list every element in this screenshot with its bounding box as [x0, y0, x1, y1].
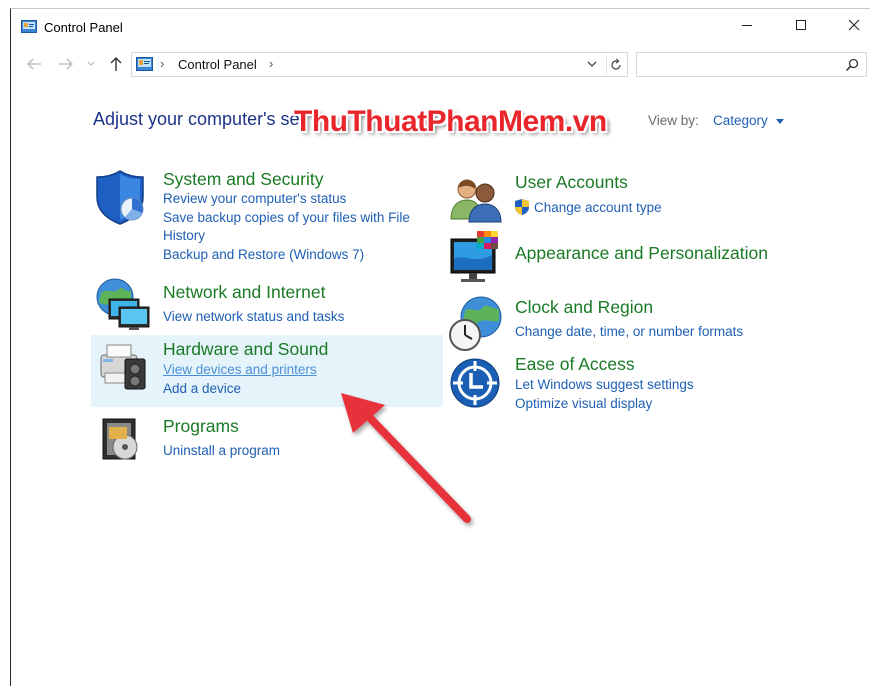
close-icon: [848, 19, 860, 31]
window-title: Control Panel: [44, 20, 123, 35]
minimize-button[interactable]: [724, 9, 770, 41]
up-button[interactable]: [107, 55, 125, 73]
chevron-down-icon: [87, 61, 95, 66]
category-title-hardware-and-sound[interactable]: Hardware and Sound: [163, 339, 328, 360]
maximize-icon: [796, 20, 806, 30]
link-optimize-visual-display[interactable]: Optimize visual display: [515, 396, 652, 411]
globe-clock-icon[interactable]: [447, 295, 505, 353]
chevron-down-icon: [587, 61, 597, 67]
monitor-icon[interactable]: [449, 229, 505, 285]
category-title-appearance-and-personalization[interactable]: Appearance and Personalization: [515, 243, 768, 264]
forward-arrow-icon: [59, 58, 73, 70]
caret-down-icon[interactable]: [776, 119, 784, 124]
link-add-a-device[interactable]: Add a device: [163, 381, 241, 396]
up-arrow-icon: [110, 57, 122, 71]
control-panel-icon: [136, 57, 153, 71]
users-icon[interactable]: [449, 175, 503, 223]
annotation-arrow: [341, 393, 471, 523]
category-title-user-accounts[interactable]: User Accounts: [515, 172, 628, 193]
address-bar[interactable]: › Control Panel ›: [131, 52, 628, 77]
control-panel-window: Control Panel › Control Panel › Adjust y…: [10, 8, 870, 686]
link-save-backup-copies[interactable]: Save backup copies of your files with Fi…: [163, 210, 410, 225]
navigation-bar: › Control Panel ›: [11, 47, 870, 83]
shield-icon[interactable]: [95, 169, 149, 225]
close-button[interactable]: [831, 9, 870, 41]
control-panel-icon: [21, 20, 37, 33]
link-change-account-type[interactable]: Change account type: [534, 200, 662, 215]
back-arrow-icon: [27, 58, 41, 70]
link-review-computer-status[interactable]: Review your computer's status: [163, 191, 346, 206]
recent-locations-button[interactable]: [85, 55, 97, 73]
minimize-icon: [742, 25, 752, 26]
link-view-devices-and-printers[interactable]: View devices and printers: [163, 362, 317, 377]
link-view-network-status[interactable]: View network status and tasks: [163, 309, 344, 324]
refresh-button[interactable]: [606, 55, 624, 75]
back-button[interactable]: [25, 55, 43, 73]
uac-shield-icon: [515, 199, 529, 215]
page-heading: Adjust your computer's se: [93, 109, 300, 129]
search-box[interactable]: [636, 52, 867, 77]
category-title-clock-and-region[interactable]: Clock and Region: [515, 297, 653, 318]
link-change-date-time-formats[interactable]: Change date, time, or number formats: [515, 324, 743, 339]
programs-icon[interactable]: [99, 415, 149, 465]
title-bar: Control Panel: [11, 9, 870, 43]
view-by-label: View by:: [648, 113, 699, 128]
category-title-network-and-internet[interactable]: Network and Internet: [163, 282, 325, 303]
link-uninstall-a-program[interactable]: Uninstall a program: [163, 443, 280, 458]
link-backup-and-restore[interactable]: Backup and Restore (Windows 7): [163, 247, 364, 262]
link-save-backup-copies-continued[interactable]: History: [163, 228, 205, 243]
category-title-ease-of-access[interactable]: Ease of Access: [515, 354, 635, 375]
link-let-windows-suggest-settings[interactable]: Let Windows suggest settings: [515, 377, 694, 392]
network-icon[interactable]: [95, 277, 151, 331]
breadcrumb-separator[interactable]: ›: [160, 56, 164, 71]
address-dropdown-button[interactable]: [585, 57, 601, 73]
refresh-icon: [610, 58, 621, 70]
breadcrumb-separator[interactable]: ›: [269, 56, 273, 71]
view-by-dropdown[interactable]: Category: [713, 113, 768, 128]
category-title-system-and-security[interactable]: System and Security: [163, 169, 323, 190]
printer-icon[interactable]: [95, 337, 151, 393]
search-icon[interactable]: [845, 58, 859, 72]
forward-button[interactable]: [57, 55, 75, 73]
maximize-button[interactable]: [778, 9, 824, 41]
category-title-programs[interactable]: Programs: [163, 416, 239, 437]
breadcrumb-control-panel[interactable]: Control Panel: [178, 57, 257, 72]
watermark: ThuThuatPhanMem.vn: [294, 105, 607, 138]
